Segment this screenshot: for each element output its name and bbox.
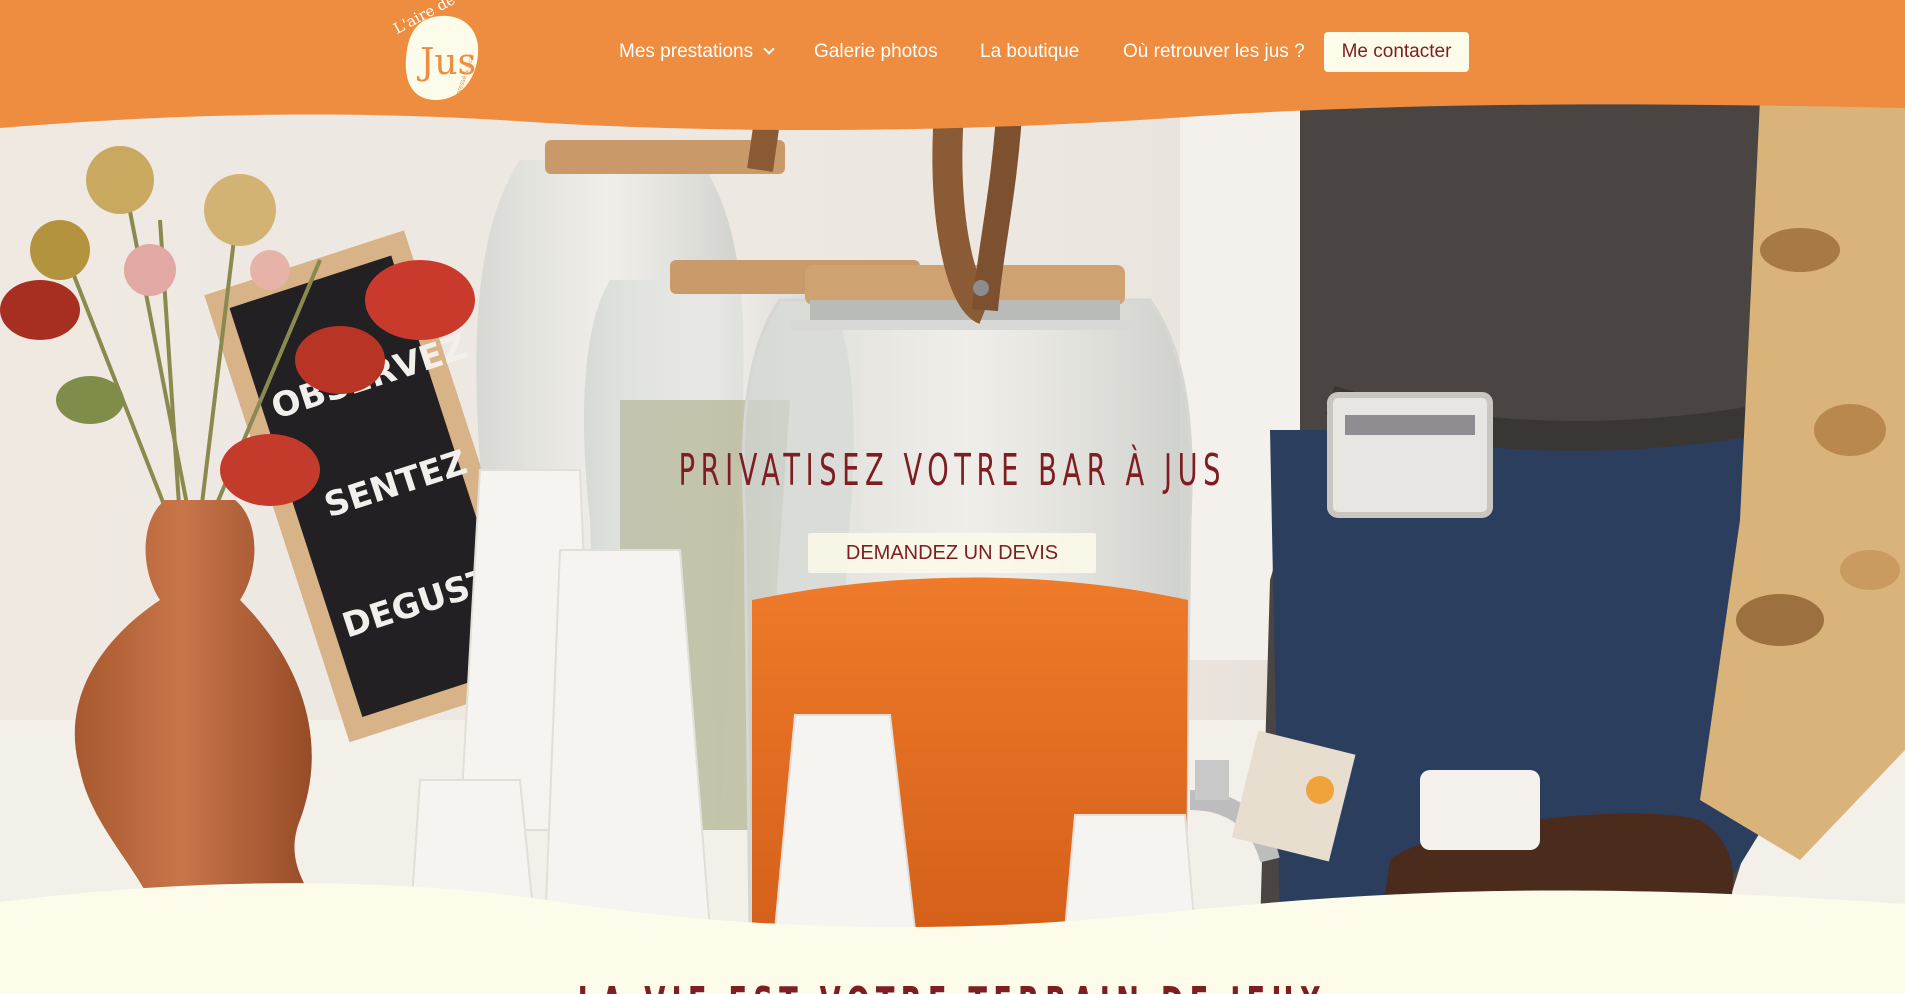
- nav-item-prestations[interactable]: Mes prestations: [619, 32, 775, 72]
- section-title: La vie est votre terrain de jeux: [362, 978, 1543, 994]
- hero-title: Privatisez votre bar à jus: [678, 445, 1227, 496]
- nav-item-label: Où retrouver les jus ?: [1123, 41, 1305, 62]
- nav-item-boutique[interactable]: La boutique: [980, 32, 1079, 72]
- request-quote-button[interactable]: DEMANDEZ UN DEVIS: [808, 533, 1096, 573]
- nav-item-label: La boutique: [980, 41, 1080, 62]
- contact-button[interactable]: Me contacter: [1324, 32, 1469, 72]
- nav-item-label: Galerie photos: [814, 41, 938, 62]
- site-header: L'aire de Jus pressé & local Mes prestat…: [0, 0, 1905, 140]
- nav-item-galerie[interactable]: Galerie photos: [814, 32, 938, 72]
- section-divider-wave: [0, 883, 1905, 994]
- hero-banner: OBSERVEZ SENTEZ DEGUSTEZ: [0, 100, 1905, 930]
- main-nav: Mes prestations Galerie photos La boutiq…: [0, 32, 1905, 72]
- nav-item-points-de-vente[interactable]: Où retrouver les jus ?: [1123, 32, 1305, 72]
- chevron-down-icon: [763, 43, 775, 55]
- hero-photo: OBSERVEZ SENTEZ DEGUSTEZ: [0, 100, 1905, 930]
- nav-item-label: Mes prestations: [619, 41, 754, 62]
